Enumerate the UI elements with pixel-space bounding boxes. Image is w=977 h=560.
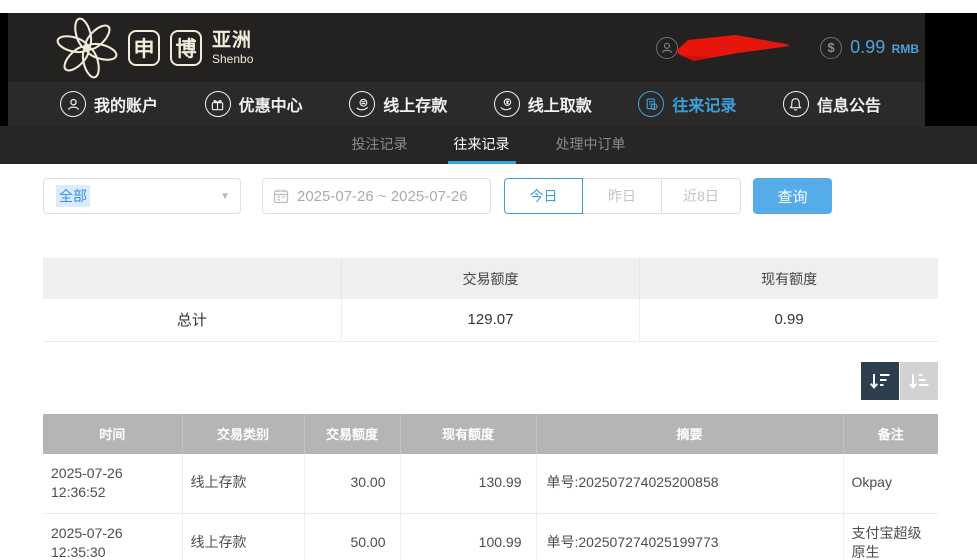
cell-summary: 单号:202507274025199773: [536, 513, 843, 560]
cell-summary: 单号:202507274025200858: [536, 454, 843, 514]
col-header-note: 备注: [843, 414, 938, 454]
cell-type: 线上存款: [182, 454, 304, 514]
sort-amount-asc-button[interactable]: [900, 362, 938, 400]
col-header-time: 时间: [43, 414, 182, 454]
subtab-betting-records[interactable]: 投注记录: [346, 126, 414, 164]
summary-total-balance: 0.99: [640, 299, 938, 341]
main-nav: 我的账户 优惠中心 线上存款: [8, 82, 925, 126]
sort-amount-desc-button[interactable]: [861, 362, 899, 400]
nav-item-records[interactable]: 往来记录: [638, 91, 736, 117]
site-logo[interactable]: 申 博 亚洲 Shenbo: [56, 17, 253, 79]
col-header-balance: 现有额度: [400, 414, 536, 454]
col-header-amount: 交易额度: [304, 414, 400, 454]
yesterday-button[interactable]: 昨日: [583, 178, 662, 214]
query-button[interactable]: 查询: [753, 178, 832, 214]
nav-item-announcements[interactable]: 信息公告: [783, 91, 881, 117]
cell-balance: 130.99: [400, 454, 536, 514]
date-range-value: 2025-07-26 ~ 2025-07-26: [297, 188, 468, 205]
records-header-row: 时间 交易类别 交易额度 现有额度 摘要 备注: [43, 414, 938, 454]
last-8-days-button[interactable]: 近8日: [662, 178, 741, 214]
site-header: 申 博 亚洲 Shenbo: [8, 13, 925, 82]
cell-balance: 100.99: [400, 513, 536, 560]
date-range-input[interactable]: 2025-07-26 ~ 2025-07-26: [262, 178, 491, 214]
deposit-hand-coin-icon: [349, 91, 375, 117]
sub-nav: 投注记录 往来记录 处理中订单: [0, 126, 977, 164]
today-button[interactable]: 今日: [504, 178, 583, 214]
type-select-value: 全部: [56, 185, 90, 207]
withdraw-hand-coin-icon: [494, 91, 520, 117]
chevron-down-icon: ▼: [220, 191, 230, 202]
logo-subtitle-text: Shenbo: [212, 53, 253, 65]
logo-region-text: 亚洲: [212, 31, 253, 50]
logo-char-bo: 博: [170, 30, 202, 66]
quick-date-group: 今日 昨日 近8日: [504, 178, 741, 214]
site-header-zone: 申 博 亚洲 Shenbo: [0, 13, 977, 164]
dollar-circle-icon: $: [820, 37, 842, 59]
nav-item-my-account[interactable]: 我的账户: [60, 91, 158, 117]
cell-type: 线上存款: [182, 513, 304, 560]
cell-amount: 30.00: [304, 454, 400, 514]
records-table: 时间 交易类别 交易额度 现有额度 摘要 备注 2025-07-26 12:36…: [43, 414, 938, 560]
summary-total-trade: 129.07: [341, 299, 639, 341]
cell-note: Okpay: [843, 454, 938, 514]
records-document-icon: [638, 91, 664, 117]
sort-controls: [43, 362, 938, 400]
subtab-transaction-records[interactable]: 往来记录: [448, 126, 516, 164]
filter-bar: 全部 ▼ 2025-07-26 ~ 2025-07-26 今日 昨日: [43, 178, 938, 214]
records-content: 全部 ▼ 2025-07-26 ~ 2025-07-26 今日 昨日: [0, 164, 977, 560]
balance-amount: 0.99: [850, 37, 885, 57]
cell-note: 支付宝超级原生: [843, 513, 938, 560]
col-header-type: 交易类别: [182, 414, 304, 454]
sort-amount-desc-icon: [869, 371, 891, 391]
logo-wordmark: 亚洲 Shenbo: [212, 31, 253, 65]
summary-header-balance: 现有额度: [640, 258, 938, 299]
type-select[interactable]: 全部 ▼: [43, 178, 241, 214]
nav-item-deposit[interactable]: 线上存款: [349, 91, 447, 117]
nav-item-promotions[interactable]: 优惠中心: [205, 91, 303, 117]
sort-amount-asc-icon: [908, 371, 930, 391]
person-icon: [60, 91, 86, 117]
logo-char-shen: 申: [128, 30, 160, 66]
summary-total-row: 总计 129.07 0.99: [43, 299, 938, 341]
calendar-icon: [273, 188, 289, 204]
account-area: $ 0.99 RMB: [656, 31, 919, 65]
nav-item-withdraw[interactable]: 线上取款: [494, 91, 592, 117]
balance-display[interactable]: $ 0.99 RMB: [820, 37, 919, 59]
username-display[interactable]: [656, 31, 796, 65]
transaction-records-page: 申 博 亚洲 Shenbo: [0, 0, 977, 560]
cell-amount: 50.00: [304, 513, 400, 560]
summary-header-trade: 交易额度: [341, 258, 639, 299]
summary-header-empty: [43, 258, 341, 299]
redaction-scribble: [674, 33, 792, 63]
summary-total-label: 总计: [43, 299, 341, 341]
summary-table: 交易额度 现有额度 总计 129.07 0.99: [43, 258, 938, 342]
col-header-summary: 摘要: [536, 414, 843, 454]
gift-icon: [205, 91, 231, 117]
balance-currency: RMB: [892, 42, 919, 56]
table-row: 2025-07-26 12:35:30 线上存款 50.00 100.99 单号…: [43, 513, 938, 560]
table-row: 2025-07-26 12:36:52 线上存款 30.00 130.99 单号…: [43, 454, 938, 514]
summary-header-row: 交易额度 现有额度: [43, 258, 938, 299]
cell-time: 2025-07-26 12:36:52: [43, 454, 182, 514]
flower-logo-icon: [56, 17, 118, 79]
cell-time: 2025-07-26 12:35:30: [43, 513, 182, 560]
bell-icon: [783, 91, 809, 117]
subtab-pending-orders[interactable]: 处理中订单: [550, 126, 632, 164]
